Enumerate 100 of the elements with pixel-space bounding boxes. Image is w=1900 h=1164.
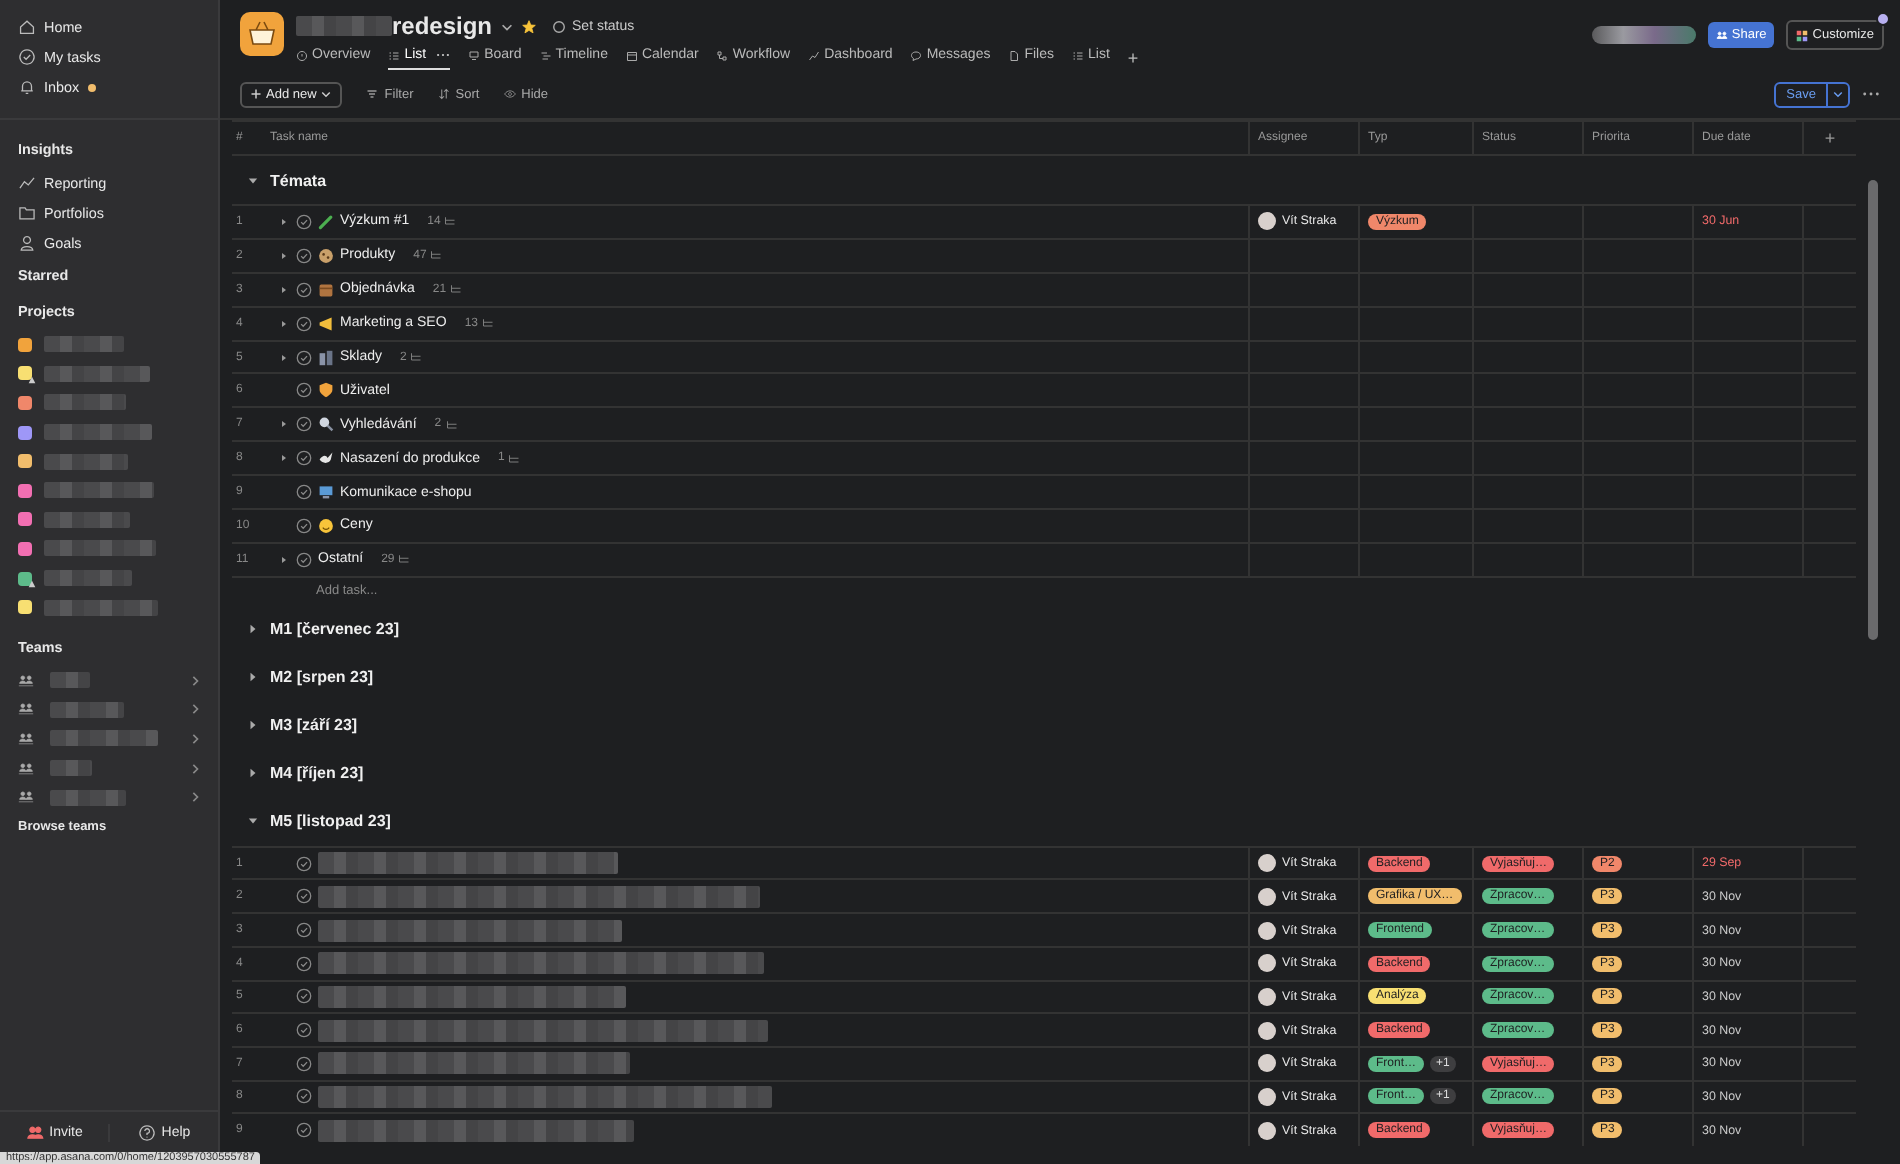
cookie-icon: [318, 247, 334, 264]
expand-caret-icon[interactable]: [280, 353, 288, 361]
expand-caret-icon[interactable]: [280, 217, 288, 226]
grid-icon: [1796, 29, 1809, 41]
section-caret-icon[interactable]: [248, 720, 258, 731]
box-icon: [318, 281, 334, 298]
expand-caret-icon[interactable]: [280, 555, 288, 564]
check-circle-icon[interactable]: [296, 988, 312, 1005]
redacted-block: [44, 424, 152, 441]
redacted-block: [44, 394, 126, 411]
expand-caret-icon[interactable]: [280, 420, 288, 429]
basket-icon: [240, 12, 284, 56]
team-icon: [18, 702, 34, 717]
help-icon: [137, 1123, 156, 1141]
chart-line-icon: [18, 174, 36, 192]
check-circle-icon[interactable]: [296, 416, 312, 433]
check-circle-icon[interactable]: [296, 1122, 312, 1139]
redacted-block: [44, 511, 130, 528]
smiley-icon: [318, 517, 334, 534]
section-caret-icon[interactable]: [248, 816, 258, 827]
subtask-icon: [450, 284, 463, 295]
subtask-icon: [430, 250, 443, 261]
redacted-block: [50, 672, 90, 689]
subtask-icon: [508, 453, 521, 464]
shield-icon: [318, 382, 334, 399]
people-icon: [25, 1123, 44, 1141]
section-caret-icon[interactable]: [248, 768, 258, 779]
section-caret-icon[interactable]: [248, 672, 258, 683]
expand-caret-icon[interactable]: [280, 319, 288, 328]
redacted-block: [50, 789, 126, 806]
workflow-icon: [716, 49, 729, 61]
section-title: Témata: [270, 171, 327, 189]
check-circle-icon[interactable]: [296, 247, 312, 264]
check-circle-icon[interactable]: [296, 213, 312, 230]
team-icon: [18, 673, 34, 688]
redacted-block: [44, 540, 156, 557]
chevron-down-icon[interactable]: [500, 19, 515, 33]
chevron-down-icon: [1832, 88, 1844, 100]
redacted-block: [44, 570, 132, 587]
check-circle-icon[interactable]: [296, 1022, 312, 1039]
person-icon: [18, 234, 36, 252]
section-title: M5 [listopad 23]: [270, 812, 391, 831]
people-icon: [1715, 29, 1728, 41]
bird-icon: [318, 450, 334, 467]
subtask-icon: [398, 554, 411, 565]
plus-icon: [250, 88, 262, 100]
check-circle-icon[interactable]: [296, 349, 312, 365]
avatar: [1258, 212, 1276, 231]
project-title: redesign: [392, 12, 493, 40]
star-icon[interactable]: [522, 19, 537, 33]
check-circle-icon[interactable]: [296, 922, 312, 939]
check-circle-icon[interactable]: [296, 888, 312, 905]
subtask-icon: [410, 352, 423, 362]
check-circle-icon[interactable]: [296, 1055, 312, 1072]
subtask-icon: [444, 216, 457, 227]
section-caret-icon[interactable]: [248, 624, 258, 635]
member-avatars[interactable]: [1591, 26, 1696, 44]
speech-bubble-icon: [910, 49, 923, 61]
section-title: M2 [srpen 23]: [270, 668, 374, 687]
team-icon: [18, 761, 34, 776]
expand-caret-icon[interactable]: [280, 454, 288, 463]
check-circle-icon[interactable]: [296, 484, 312, 501]
add-tab-button[interactable]: +: [1127, 47, 1139, 67]
scrollbar[interactable]: [1868, 180, 1878, 640]
subtask-icon: [445, 419, 458, 430]
section-title: M1 [červenec 23]: [270, 620, 399, 639]
check-circle-icon[interactable]: [296, 315, 312, 332]
check-circle-icon[interactable]: [296, 450, 312, 467]
magnifier-icon: [318, 416, 334, 433]
folder-icon: [18, 204, 36, 222]
column-header[interactable]: +: [1802, 122, 1856, 154]
redacted-block: [44, 453, 128, 470]
expand-caret-icon[interactable]: [280, 285, 288, 294]
pencil-icon: [318, 213, 334, 230]
bell-icon: [18, 78, 36, 96]
check-circle-icon[interactable]: [296, 955, 312, 972]
calendar-icon: [625, 49, 638, 61]
check-circle-icon[interactable]: [296, 281, 312, 298]
redacted-block: [44, 336, 124, 353]
buildings-icon: [318, 349, 334, 365]
board-icon: [468, 49, 481, 61]
chevron-down-icon: [320, 88, 333, 100]
check-circle-icon[interactable]: [296, 382, 312, 399]
redacted-block: [44, 599, 158, 616]
check-circle-icon[interactable]: [296, 517, 312, 534]
check-circle-icon[interactable]: [296, 1088, 312, 1105]
section-caret-icon[interactable]: [248, 175, 258, 185]
check-circle-icon[interactable]: [296, 855, 312, 872]
list-icon: [388, 49, 401, 61]
redacted-block: [50, 730, 158, 747]
check-circle-icon[interactable]: [296, 551, 312, 568]
redacted-block: [296, 16, 392, 36]
eye-icon: [503, 88, 516, 100]
more-dots-icon[interactable]: [1862, 90, 1880, 98]
team-icon: [18, 790, 34, 805]
redacted-block: [50, 701, 124, 718]
megaphone-icon: [318, 315, 334, 332]
expand-caret-icon[interactable]: [280, 251, 288, 260]
save-options-button[interactable]: [1826, 83, 1848, 105]
sort-icon: [437, 88, 450, 100]
